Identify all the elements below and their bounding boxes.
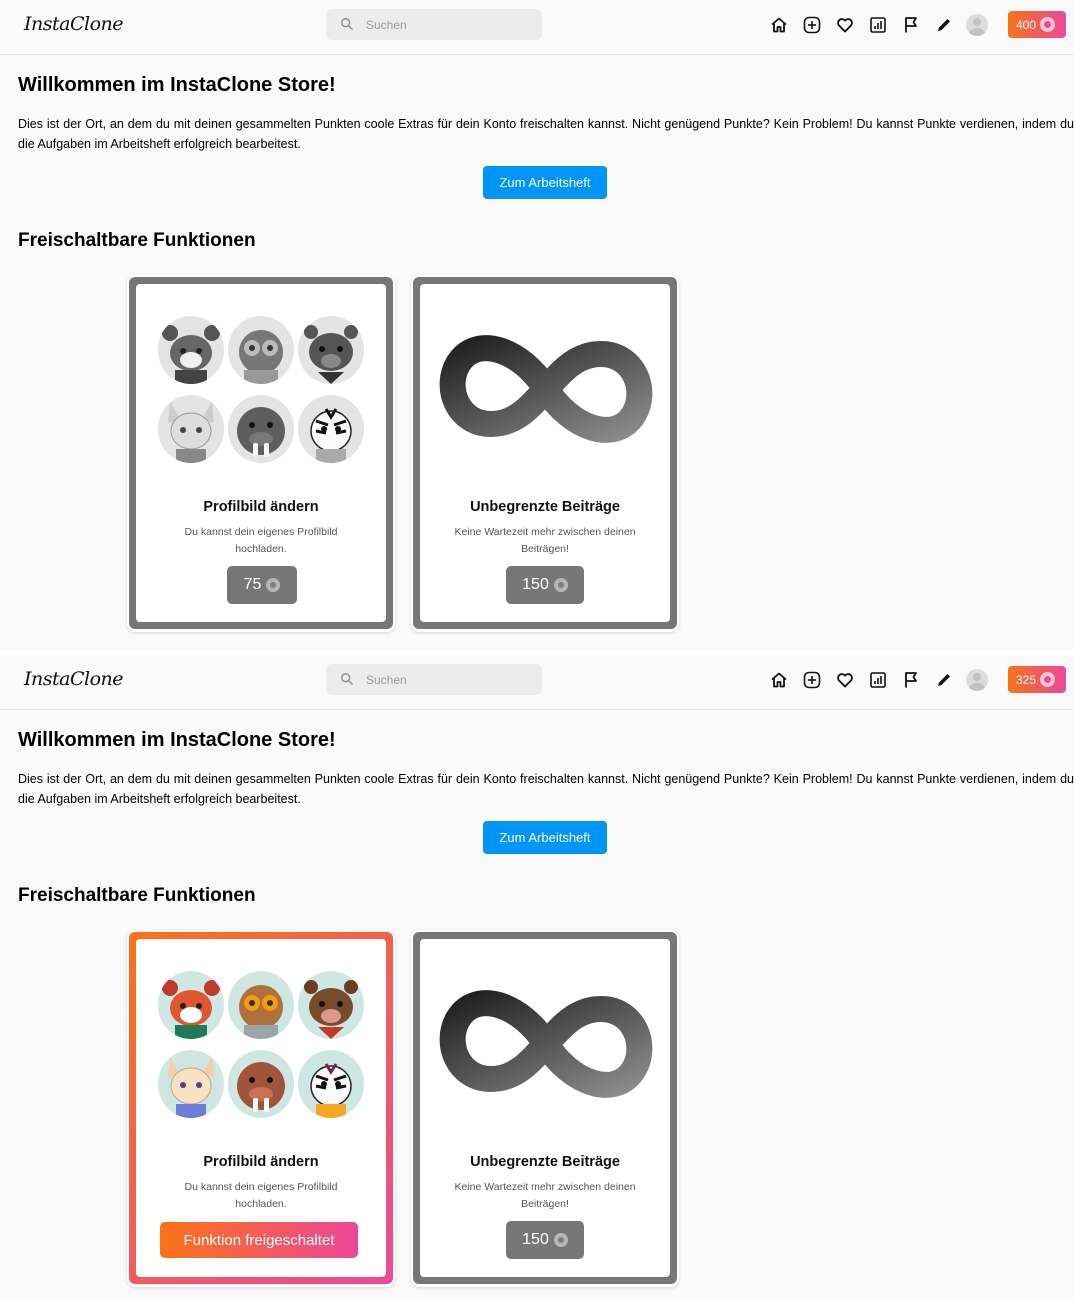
infinity-icon xyxy=(439,335,653,443)
page-title: Willkommen im InstaClone Store! xyxy=(18,74,336,96)
price-value: 150 xyxy=(522,1231,549,1248)
card-description: Keine Wartezeit mehr zwischen deinen Bei… xyxy=(454,1181,636,1210)
card-body: Profilbild ändern Du kannst dein eigenes… xyxy=(136,939,386,1277)
infinity-icon xyxy=(439,990,653,1098)
red-panda-avatar xyxy=(158,316,224,384)
chart-icon[interactable] xyxy=(861,665,894,695)
home-icon[interactable] xyxy=(762,10,795,40)
search-input[interactable] xyxy=(366,670,526,690)
feature-card-profile-picture[interactable]: Profilbild ändern Du kannst dein eigenes… xyxy=(127,930,395,1287)
search-icon xyxy=(341,18,353,30)
feature-card-profile-picture[interactable]: Profilbild ändern Du kannst dein eigenes… xyxy=(127,275,395,632)
animal-avatars-image-grayscale xyxy=(156,316,366,466)
avatar[interactable] xyxy=(966,669,988,691)
zebra-avatar xyxy=(298,395,364,463)
points-value: 400 xyxy=(1016,17,1037,32)
fox-avatar xyxy=(158,1050,224,1118)
flag-icon[interactable] xyxy=(894,665,927,695)
search-bar[interactable] xyxy=(326,9,542,40)
points-badge[interactable]: 400 xyxy=(1008,11,1066,38)
heart-icon[interactable] xyxy=(828,665,861,695)
coin-icon xyxy=(1040,17,1056,32)
card-border: Unbegrenzte Beiträge Keine Wartezeit meh… xyxy=(413,932,677,1284)
feature-unlocked-button[interactable]: Funktion freigeschaltet xyxy=(160,1222,358,1258)
pencil-icon[interactable] xyxy=(927,665,960,695)
walrus-avatar xyxy=(228,1050,294,1118)
search-bar[interactable] xyxy=(326,664,542,695)
owl-avatar xyxy=(228,971,294,1039)
card-title: Unbegrenzte Beiträge xyxy=(470,499,620,515)
card-border: Unbegrenzte Beiträge Keine Wartezeit meh… xyxy=(413,277,677,629)
coin-icon xyxy=(553,578,568,592)
zebra-avatar xyxy=(298,1050,364,1118)
card-border: Profilbild ändern Du kannst dein eigenes… xyxy=(129,277,393,629)
feature-card-unlimited-posts[interactable]: Unbegrenzte Beiträge Keine Wartezeit meh… xyxy=(411,275,679,632)
workbook-button[interactable]: Zum Arbeitsheft xyxy=(483,166,607,199)
top-navbar: InstaClone 400 xyxy=(0,0,1074,55)
page-title: Willkommen im InstaClone Store! xyxy=(18,729,336,751)
points-badge[interactable]: 325 xyxy=(1008,666,1066,693)
search-input[interactable] xyxy=(366,15,526,35)
animal-avatars-image xyxy=(156,971,366,1121)
card-description: Keine Wartezeit mehr zwischen deinen Bei… xyxy=(454,526,636,555)
app-logo[interactable]: InstaClone xyxy=(24,668,124,690)
feature-card-unlimited-posts[interactable]: Unbegrenzte Beiträge Keine Wartezeit meh… xyxy=(411,930,679,1287)
pencil-icon[interactable] xyxy=(927,10,960,40)
home-icon[interactable] xyxy=(762,665,795,695)
card-description: Du kannst dein eigenes Profilbild hochla… xyxy=(184,526,338,555)
price-button[interactable]: 150 xyxy=(506,1221,584,1259)
card-body: Profilbild ändern Du kannst dein eigenes… xyxy=(136,284,386,622)
workbook-button[interactable]: Zum Arbeitsheft xyxy=(483,821,607,854)
flag-icon[interactable] xyxy=(894,10,927,40)
app-logo[interactable]: InstaClone xyxy=(24,13,124,35)
section-title: Freischaltbare Funktionen xyxy=(18,230,256,251)
price-button[interactable]: 150 xyxy=(506,566,584,604)
coin-icon xyxy=(1040,672,1056,687)
store-screen-before: InstaClone 400 Willkommen im InstaClone … xyxy=(0,0,1074,650)
chart-icon[interactable] xyxy=(861,10,894,40)
coin-icon xyxy=(266,578,281,592)
tapir-avatar xyxy=(298,316,364,384)
section-title: Freischaltbare Funktionen xyxy=(18,885,256,906)
card-title: Profilbild ändern xyxy=(203,1154,319,1170)
fox-avatar xyxy=(158,395,224,463)
intro-text: Dies ist der Ort, an dem du mit deinen g… xyxy=(18,772,1074,806)
store-screen-after: InstaClone 325 Willkommen im InstaClone … xyxy=(0,655,1074,1301)
price-value: 75 xyxy=(243,576,262,593)
nav-icons xyxy=(762,665,988,695)
card-body: Unbegrenzte Beiträge Keine Wartezeit meh… xyxy=(420,284,670,622)
avatar[interactable] xyxy=(966,14,988,36)
red-panda-avatar xyxy=(158,971,224,1039)
price-button[interactable]: 75 xyxy=(227,566,297,604)
owl-avatar xyxy=(228,316,294,384)
coin-icon xyxy=(553,1233,568,1247)
card-title: Profilbild ändern xyxy=(203,499,319,515)
tapir-avatar xyxy=(298,971,364,1039)
card-description: Du kannst dein eigenes Profilbild hochla… xyxy=(184,1181,338,1210)
card-border: Profilbild ändern Du kannst dein eigenes… xyxy=(129,932,393,1284)
card-title: Unbegrenzte Beiträge xyxy=(470,1154,620,1170)
price-value: 150 xyxy=(522,576,549,593)
card-body: Unbegrenzte Beiträge Keine Wartezeit meh… xyxy=(420,939,670,1277)
heart-icon[interactable] xyxy=(828,10,861,40)
search-icon xyxy=(341,673,353,685)
points-value: 325 xyxy=(1016,672,1037,687)
walrus-avatar xyxy=(228,395,294,463)
top-navbar: InstaClone 325 xyxy=(0,655,1074,710)
intro-text: Dies ist der Ort, an dem du mit deinen g… xyxy=(18,117,1074,151)
nav-icons xyxy=(762,10,988,40)
plus-square-icon[interactable] xyxy=(795,665,828,695)
plus-square-icon[interactable] xyxy=(795,10,828,40)
